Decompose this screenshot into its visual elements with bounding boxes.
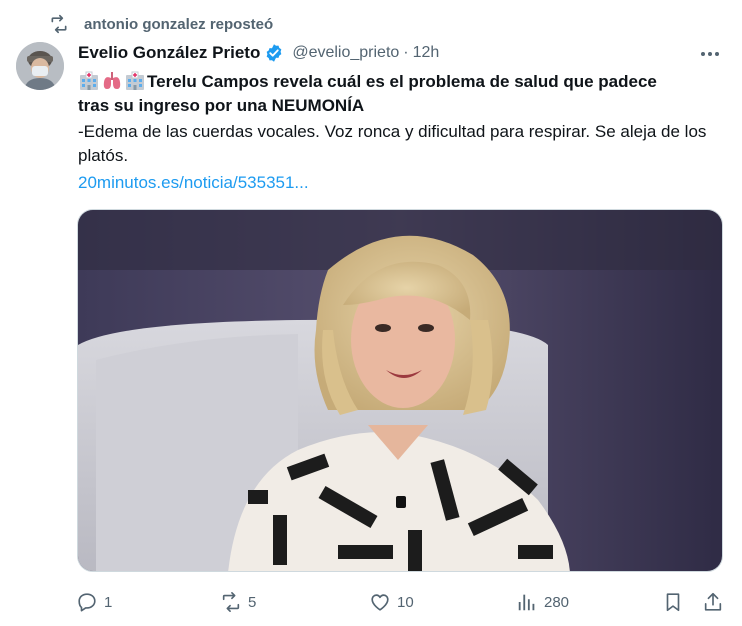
views-button[interactable]: 280 [516,588,569,616]
repost-count: 5 [248,593,257,611]
heart-icon [371,594,389,611]
tweet-timestamp[interactable]: 12h [413,44,440,62]
bookmark-button[interactable] [662,588,684,616]
more-icon [701,52,719,56]
lungs-emoji-icon [101,71,123,91]
verified-badge-icon [264,43,284,63]
avatar[interactable] [16,42,64,90]
bookmark-icon [666,593,680,612]
repost-button[interactable]: 5 [220,588,256,616]
tweet-actions-bar: 1 5 10 280 [76,588,728,616]
repost-action-icon [222,592,240,612]
reply-icon [78,593,96,612]
tweet-media-image[interactable] [77,209,723,572]
like-button[interactable]: 10 [369,588,414,616]
tweet-headline: Terelu Campos revela cuál es el problema… [78,70,728,94]
headline-line-2: tras su ingreso por una NEUMONÍA [78,96,365,115]
tweet-description: -Edema de las cuerdas vocales. Voz ronca… [78,122,707,165]
views-chart-icon [518,594,535,611]
reply-count: 1 [104,593,113,611]
tweet-text: Terelu Campos revela cuál es el problema… [78,70,728,195]
views-count: 280 [544,593,570,611]
repost-indicator[interactable]: antonio gonzalez reposteó [48,10,273,38]
tweet-link[interactable]: 20minutos.es/noticia/535351... [78,171,728,195]
share-button[interactable] [702,588,724,616]
more-options-button[interactable] [696,42,724,66]
author-name[interactable]: Evelio González Prieto [78,43,260,63]
repost-icon [48,13,70,35]
tweet-header: Evelio González Prieto @evelio_prieto · … [78,42,439,64]
reply-button[interactable]: 1 [76,588,112,616]
hospital-emoji-icon [78,71,100,91]
share-icon [704,592,722,611]
hospital-emoji-icon [124,71,146,91]
repost-label[interactable]: antonio gonzalez reposteó [84,16,273,33]
news-photo [78,210,722,571]
headline-line-1: Terelu Campos revela cuál es el problema… [147,72,657,91]
like-count: 10 [397,593,414,611]
author-handle[interactable]: @evelio_prieto [292,44,399,62]
separator-dot: · [403,44,409,61]
